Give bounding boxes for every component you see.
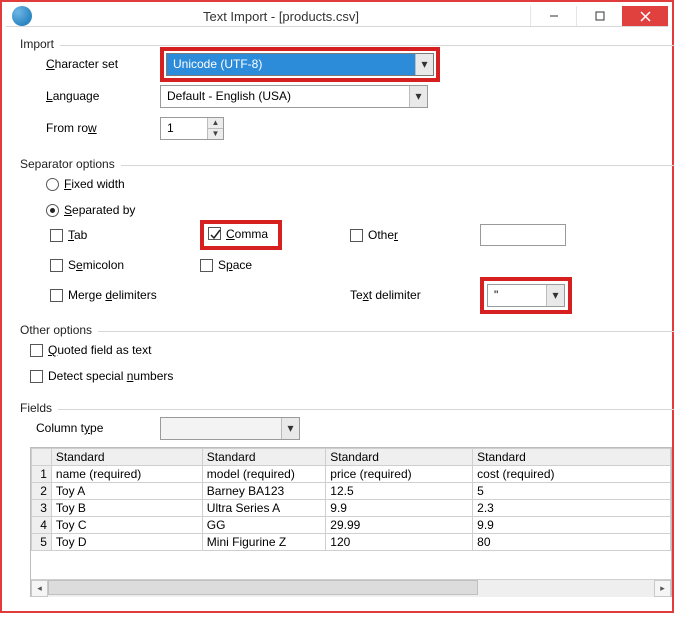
table-cell[interactable]: 2.3	[473, 500, 671, 517]
table-header-row: Standard Standard Standard Standard	[32, 449, 671, 466]
other-group-title: Other options	[20, 323, 98, 337]
row-number: 3	[32, 500, 52, 517]
table-cell[interactable]: Toy A	[51, 483, 202, 500]
fields-group: Fields Column type ▾	[20, 401, 674, 607]
column-type-label: Column type	[30, 421, 160, 435]
from-row-label: From row	[30, 121, 160, 135]
spinner-up-icon[interactable]: ▲	[208, 118, 223, 129]
table-cell[interactable]: 5	[473, 483, 671, 500]
table-cell[interactable]: Ultra Series A	[202, 500, 325, 517]
table-cell[interactable]: 12.5	[326, 483, 473, 500]
comma-checkbox[interactable]: Comma	[208, 227, 268, 241]
from-row-spinner[interactable]: 1 ▲ ▼	[160, 117, 224, 140]
table-cell[interactable]: price (required)	[326, 466, 473, 483]
table-cell[interactable]: name (required)	[51, 466, 202, 483]
title-bar: Text Import - [products.csv]	[6, 6, 668, 27]
space-checkbox[interactable]: Space	[200, 258, 252, 272]
merge-delimiters-checkbox[interactable]: Merge delimiters	[50, 288, 157, 302]
separator-group-title: Separator options	[20, 157, 121, 171]
separated-by-radio[interactable]: Separated by	[46, 203, 135, 217]
row-number: 2	[32, 483, 52, 500]
fields-group-title: Fields	[20, 401, 58, 415]
table-cell[interactable]: Mini Figurine Z	[202, 534, 325, 551]
language-value: Default - English (USA)	[161, 89, 409, 103]
table-cell[interactable]: Toy C	[51, 517, 202, 534]
scroll-right-icon[interactable]: ▸	[654, 580, 671, 597]
table-cell[interactable]: 9.9	[473, 517, 671, 534]
table-cell[interactable]: Barney BA123	[202, 483, 325, 500]
table-row[interactable]: 4Toy CGG29.999.9	[32, 517, 671, 534]
row-number: 1	[32, 466, 52, 483]
fixed-width-radio[interactable]: Fixed width	[46, 177, 125, 191]
detect-special-checkbox[interactable]: Detect special numbers	[30, 369, 173, 383]
window-title: Text Import - [products.csv]	[32, 9, 530, 24]
column-header[interactable]: Standard	[202, 449, 325, 466]
text-delimiter-combo[interactable]: " ▾	[487, 284, 565, 307]
import-group: Import Character set Unicode (UTF-8) ▾ L…	[20, 37, 674, 151]
app-icon	[12, 6, 32, 26]
column-header[interactable]: Standard	[51, 449, 202, 466]
chevron-down-icon[interactable]: ▾	[546, 285, 564, 306]
scroll-left-icon[interactable]: ◂	[31, 580, 48, 597]
charset-label: Character set	[30, 57, 160, 71]
close-button[interactable]	[622, 6, 668, 26]
column-header[interactable]: Standard	[326, 449, 473, 466]
maximize-button[interactable]	[576, 6, 622, 26]
other-checkbox[interactable]: Other	[350, 228, 398, 242]
column-header[interactable]: Standard	[473, 449, 671, 466]
chevron-down-icon[interactable]: ▾	[415, 54, 433, 75]
table-cell[interactable]: 9.9	[326, 500, 473, 517]
other-options-group: Other options Quoted field as text Detec…	[20, 323, 674, 395]
minimize-button[interactable]	[530, 6, 576, 26]
language-label: Language	[30, 89, 160, 103]
tab-checkbox[interactable]: Tab	[50, 228, 87, 242]
language-combo[interactable]: Default - English (USA) ▾	[160, 85, 428, 108]
spinner-down-icon[interactable]: ▼	[208, 129, 223, 139]
from-row-value[interactable]: 1	[161, 118, 207, 139]
semicolon-checkbox[interactable]: Semicolon	[50, 258, 124, 272]
table-row[interactable]: 1name (required)model (required)price (r…	[32, 466, 671, 483]
charset-combo[interactable]: Unicode (UTF-8) ▾	[166, 53, 434, 76]
text-delimiter-label: Text delimiter	[350, 288, 421, 302]
quoted-field-checkbox[interactable]: Quoted field as text	[30, 343, 151, 357]
charset-value: Unicode (UTF-8)	[167, 57, 415, 71]
scrollbar-thumb[interactable]	[48, 580, 478, 595]
table-cell[interactable]: Toy B	[51, 500, 202, 517]
table-cell[interactable]: model (required)	[202, 466, 325, 483]
table-row[interactable]: 3Toy BUltra Series A9.92.3	[32, 500, 671, 517]
table-cell[interactable]: Toy D	[51, 534, 202, 551]
table-cell[interactable]: 120	[326, 534, 473, 551]
row-number: 5	[32, 534, 52, 551]
table-cell[interactable]: 80	[473, 534, 671, 551]
import-group-title: Import	[20, 37, 60, 51]
other-delimiter-input[interactable]	[480, 224, 566, 246]
preview-table[interactable]: Standard Standard Standard Standard 1nam…	[30, 447, 672, 597]
table-cell[interactable]: GG	[202, 517, 325, 534]
table-row[interactable]: 5Toy DMini Figurine Z12080	[32, 534, 671, 551]
horizontal-scrollbar[interactable]: ◂ ▸	[31, 579, 671, 596]
separator-group: Separator options Fixed width Separated …	[20, 157, 674, 317]
chevron-down-icon[interactable]: ▾	[409, 86, 427, 107]
table-row[interactable]: 2Toy ABarney BA12312.55	[32, 483, 671, 500]
table-cell[interactable]: 29.99	[326, 517, 473, 534]
row-number: 4	[32, 517, 52, 534]
chevron-down-icon: ▾	[281, 418, 299, 439]
column-type-combo: ▾	[160, 417, 300, 440]
text-delimiter-value: "	[488, 288, 546, 302]
table-cell[interactable]: cost (required)	[473, 466, 671, 483]
